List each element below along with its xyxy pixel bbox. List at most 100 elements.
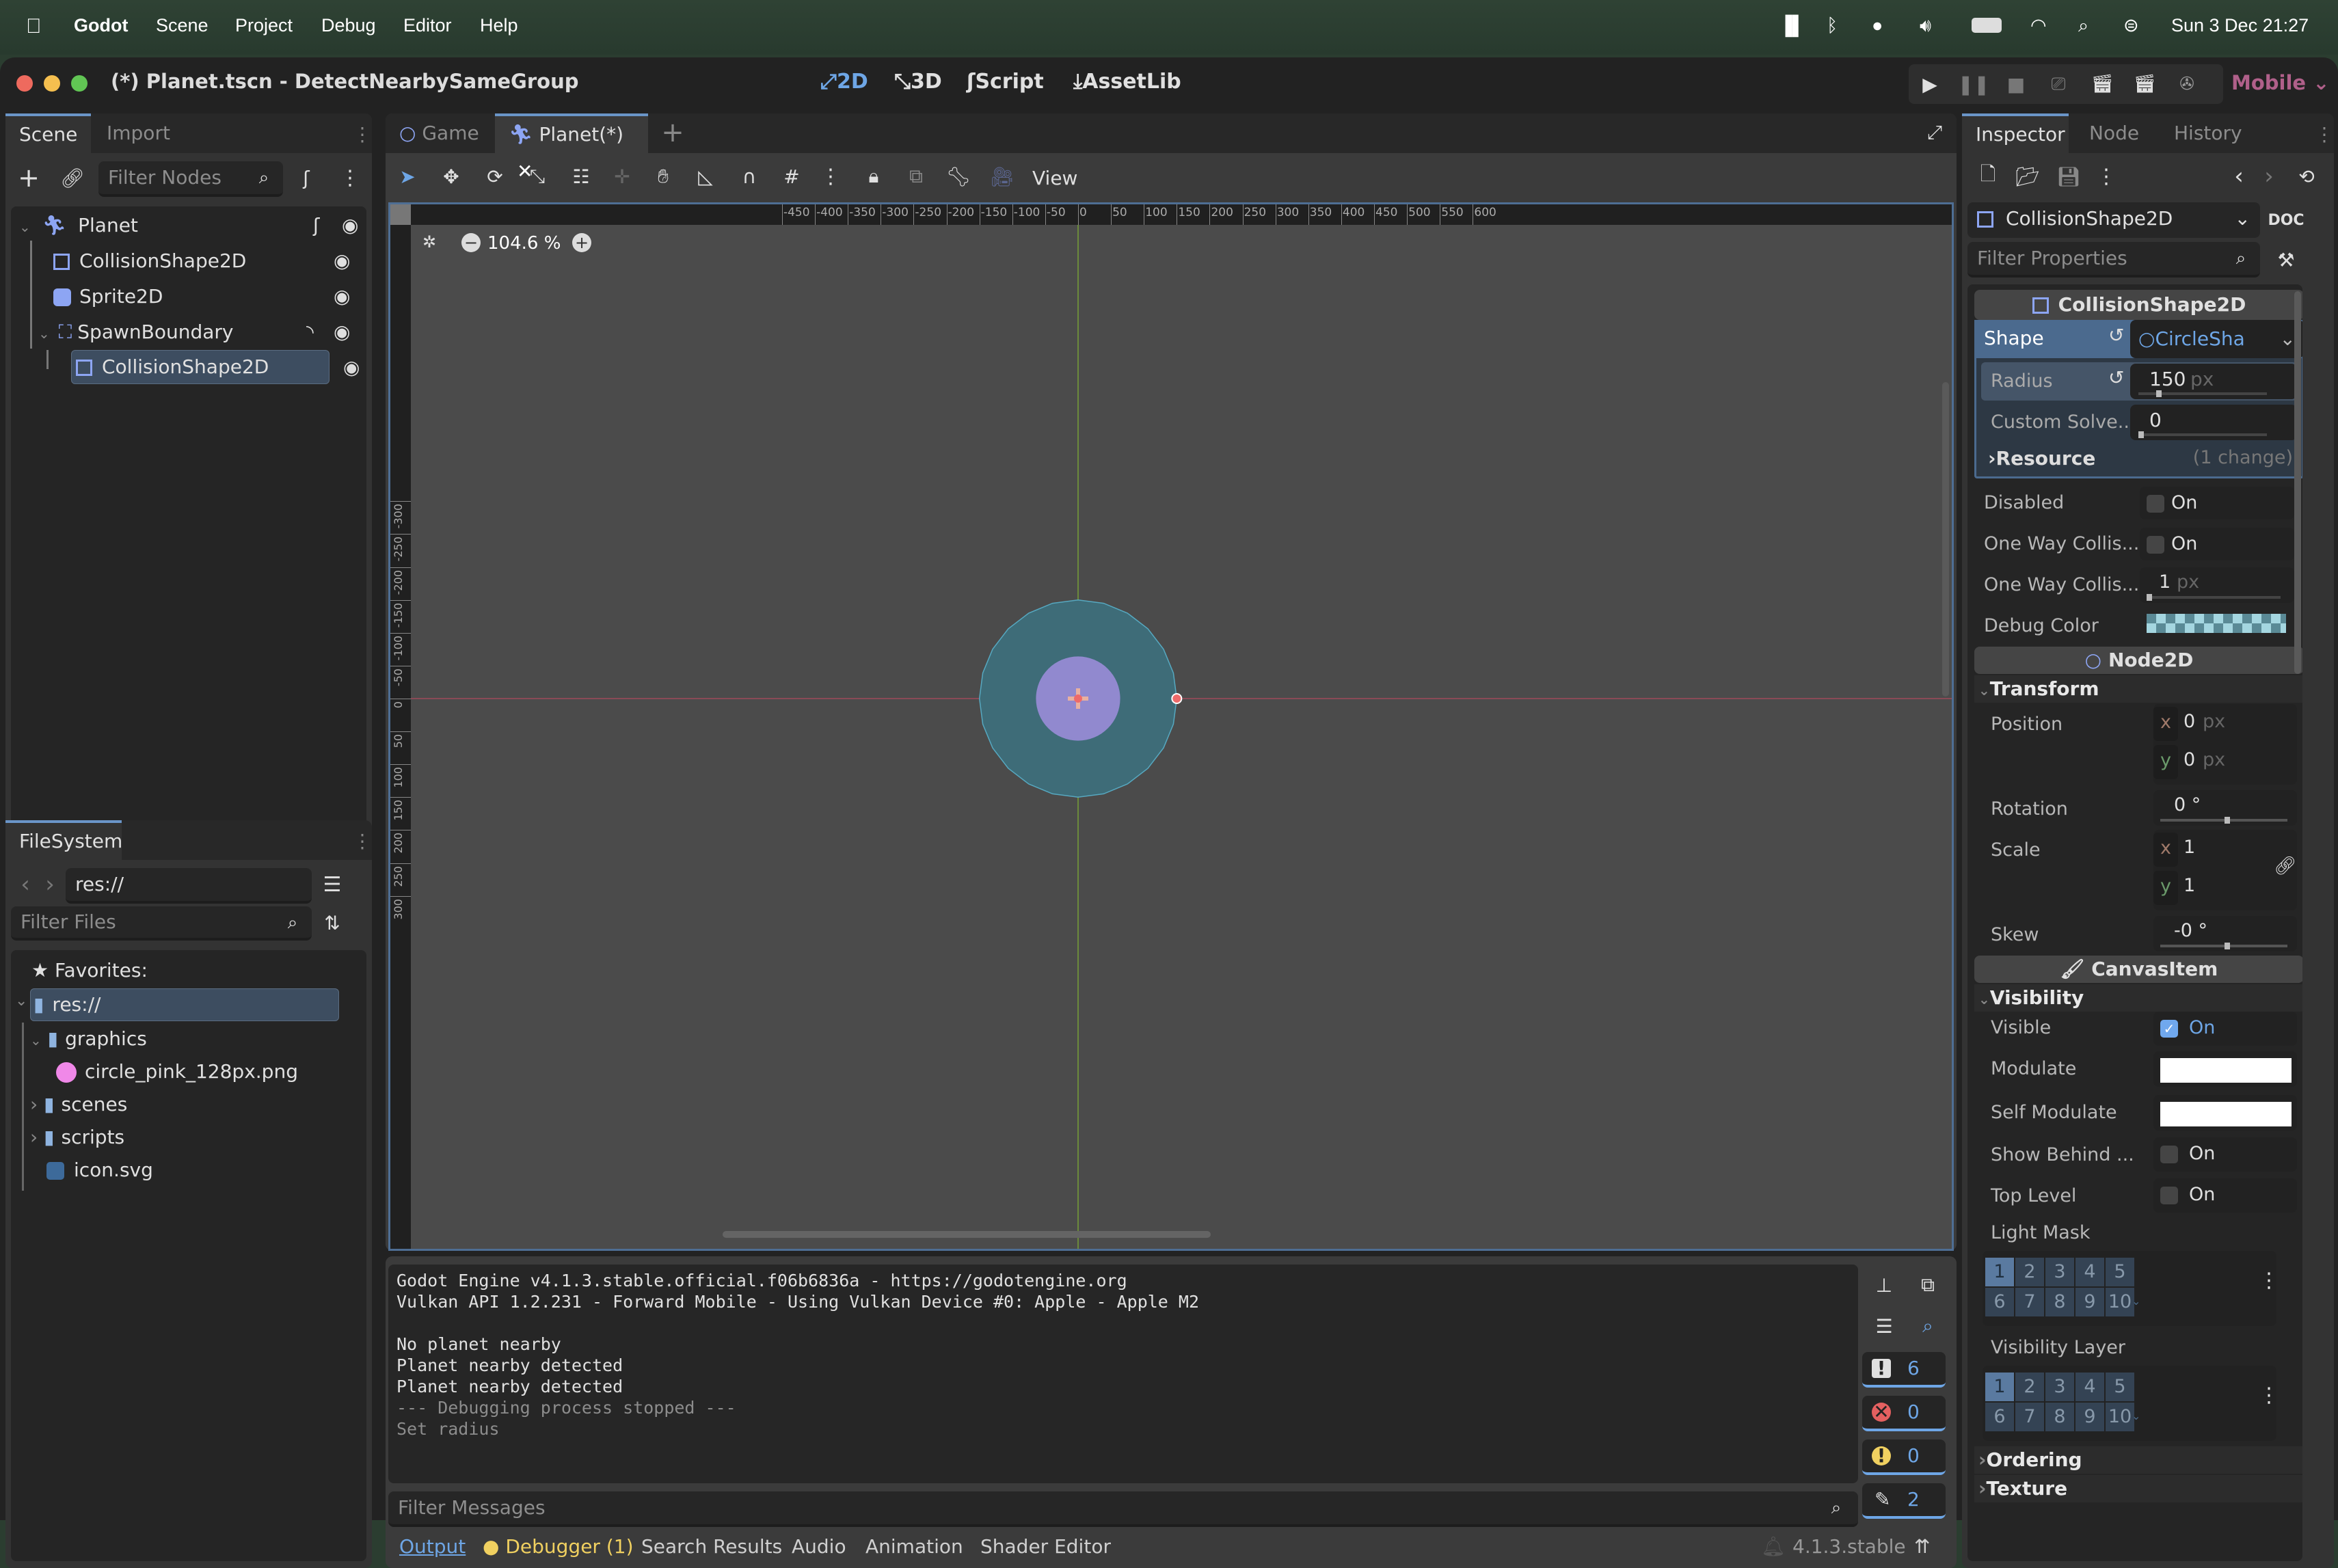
skew-spinbox[interactable]: -0 ° — [2153, 916, 2297, 951]
workspace-3d[interactable]: ⤡3D — [894, 70, 942, 94]
copy-icon[interactable]: ⧉ — [1914, 1271, 1941, 1299]
play-icon[interactable]: ▶ — [1916, 70, 1944, 98]
filter-files-input[interactable]: Filter Files ⌕ — [11, 906, 312, 941]
bottom-tab-animation[interactable]: Animation — [865, 1535, 963, 1558]
one-way-margin-spinbox[interactable]: 1 px — [2140, 567, 2294, 603]
center-view-icon[interactable]: ✲ — [419, 232, 440, 252]
tab-scene[interactable]: Scene — [5, 113, 92, 153]
tab-node[interactable]: Node — [2075, 113, 2153, 153]
filter-nodes-input[interactable]: Filter Nodes ⌕ — [98, 161, 283, 197]
revert-icon[interactable]: ↺ — [2108, 324, 2124, 347]
zoom-window-button[interactable] — [71, 75, 88, 92]
instance-scene-icon[interactable]: 🔗︎ — [59, 164, 86, 191]
layer-bit-3[interactable]: 3 — [2045, 1258, 2074, 1286]
tree-node-collisionshape2d-selected[interactable]: CollisionShape2D — [71, 350, 330, 384]
bottom-tab-debugger[interactable]: ● Debugger (1) — [483, 1535, 634, 1558]
self-modulate-color[interactable] — [2153, 1095, 2297, 1131]
solver-slider-track[interactable] — [2138, 431, 2267, 438]
position-x-input[interactable]: 0 — [2184, 711, 2195, 732]
custom-solver-spinbox[interactable]: 0 — [2130, 405, 2297, 440]
recent-history-icon[interactable]: ⟲ — [2293, 163, 2320, 190]
minimize-window-button[interactable] — [44, 75, 60, 92]
history-back-icon[interactable]: ‹ — [2229, 163, 2249, 190]
layer-bit-8[interactable]: 8 — [2045, 1288, 2074, 1316]
bottom-tab-search-results[interactable]: Search Results — [641, 1535, 782, 1558]
user-icon[interactable]: ● — [1872, 15, 1883, 36]
favorites-item[interactable]: ★ Favorites: — [31, 953, 148, 988]
disabled-checkbox[interactable]: On — [2140, 487, 2294, 519]
spotlight-search-icon[interactable]: ⌕ — [2078, 15, 2088, 37]
checkbox[interactable] — [2147, 536, 2164, 554]
layer-bit-9[interactable]: 9 — [2075, 1403, 2104, 1431]
filter-properties-input[interactable]: Filter Properties ⌕ — [1967, 242, 2260, 278]
visibility-eye-icon[interactable]: ◉ — [334, 243, 350, 279]
workspace-2d[interactable]: ⤢2D — [820, 70, 868, 94]
slider-grabber[interactable] — [2225, 817, 2230, 824]
group-icon[interactable]: ⧉ — [902, 163, 930, 190]
scale-x-input[interactable]: 1 — [2184, 837, 2195, 858]
modulate-color[interactable] — [2153, 1051, 2297, 1087]
slider-grabber[interactable] — [2138, 431, 2144, 438]
object-selector[interactable]: CollisionShape2D ⌄ — [1967, 202, 2260, 238]
checkbox[interactable] — [2160, 1146, 2178, 1163]
pivot-tool-icon[interactable]: ✛ — [608, 163, 636, 190]
search-toggle-icon[interactable]: ⌕ — [1914, 1312, 1941, 1340]
menu-app-godot[interactable]: Godot — [74, 15, 128, 36]
sort-icon[interactable]: ⇅ — [319, 909, 346, 936]
workspace-script[interactable]: ʃScript — [967, 70, 1044, 94]
layer-bit-5[interactable]: 5 — [2106, 1258, 2134, 1286]
slider-track[interactable] — [2147, 594, 2281, 601]
layer-bit-9[interactable]: 9 — [2075, 1288, 2104, 1316]
tree-node-planet[interactable]: ⌄ 🏃︎ Planet ʃ ◉ — [19, 208, 361, 243]
layer-bit-2[interactable]: 2 — [2015, 1373, 2044, 1401]
bone-icon[interactable]: 🦴︎ — [945, 163, 972, 190]
slider-grabber[interactable] — [2225, 943, 2230, 949]
tab-history[interactable]: History — [2160, 113, 2256, 153]
layers-menu-icon[interactable]: ⋮ — [2259, 1269, 2279, 1293]
link-scale-icon[interactable]: 🔗︎ — [2274, 856, 2296, 876]
tab-inspector[interactable]: Inspector — [1962, 113, 2069, 153]
layer-bit-4[interactable]: 4 — [2075, 1373, 2104, 1401]
select-tool-icon[interactable]: ➤ — [394, 163, 421, 190]
slider-grabber[interactable] — [2147, 594, 2152, 601]
section-transform[interactable]: ⌄Transform — [1974, 675, 2302, 703]
chevron-down-icon[interactable]: ⌄ — [2132, 1295, 2140, 1308]
save-resource-icon[interactable]: 💾︎ — [2055, 163, 2082, 190]
view-menu[interactable]: View — [1032, 167, 1077, 189]
layer-bit-10[interactable]: 10 — [2106, 1288, 2134, 1316]
movie-maker-icon[interactable]: ✇ — [2173, 70, 2201, 98]
visibility-eye-icon[interactable]: ◉ — [334, 314, 350, 350]
filter-messages-toggle[interactable]: ! 6 — [1862, 1352, 1946, 1388]
shape-resource-picker[interactable]: ○CircleSha ⌄ — [2130, 320, 2302, 358]
menu-editor[interactable]: Editor — [403, 15, 452, 36]
open-resource-icon[interactable]: 📂︎ — [2014, 163, 2041, 190]
revert-icon[interactable]: ↺ — [2108, 366, 2124, 389]
layers-menu-icon[interactable]: ⋮ — [2259, 1383, 2279, 1407]
tree-node-collisionshape2d[interactable]: CollisionShape2D ◉ — [53, 243, 361, 279]
horizontal-scrollbar[interactable] — [723, 1231, 1211, 1238]
section-ordering[interactable]: ›Ordering — [1974, 1446, 2302, 1474]
slider-grabber[interactable] — [2156, 390, 2162, 397]
output-log[interactable]: Godot Engine v4.1.3.stable.official.f06b… — [388, 1265, 1858, 1483]
check-icon[interactable]: ✓ — [2160, 1020, 2178, 1038]
visibility-eye-icon[interactable]: ◉ — [343, 350, 360, 386]
layer-bit-6[interactable]: 6 — [1985, 1288, 2014, 1316]
radius-spinbox[interactable]: 150 px — [2130, 364, 2297, 399]
color-swatch[interactable] — [2160, 1058, 2292, 1083]
expand-panel-icon[interactable]: ⇈ — [1914, 1535, 1930, 1558]
layer-bit-2[interactable]: 2 — [2015, 1258, 2044, 1286]
layer-bit-7[interactable]: 7 — [2015, 1288, 2044, 1316]
renderer-select[interactable]: Mobile ⌄ — [2231, 71, 2330, 94]
forward-icon[interactable]: › — [40, 871, 60, 898]
chevron-down-icon[interactable]: ⌄ — [2132, 1409, 2140, 1422]
signal-icon[interactable]: ◝ — [306, 314, 314, 350]
section-visibility[interactable]: ⌄Visibility — [1974, 984, 2302, 1012]
wifi-icon[interactable]: ◠ — [2030, 15, 2047, 36]
tab-import[interactable]: Import — [93, 113, 184, 153]
scale-tool-icon[interactable]: ⤡ — [524, 163, 551, 190]
one-way-collision-checkbox[interactable]: On — [2140, 528, 2294, 560]
new-resource-icon[interactable]: 🗋︎ — [1974, 163, 2002, 190]
list-select-icon[interactable]: ☷ — [567, 163, 595, 190]
bottom-tab-shader-editor[interactable]: Shader Editor — [980, 1535, 1111, 1558]
menu-scene[interactable]: Scene — [156, 15, 209, 36]
